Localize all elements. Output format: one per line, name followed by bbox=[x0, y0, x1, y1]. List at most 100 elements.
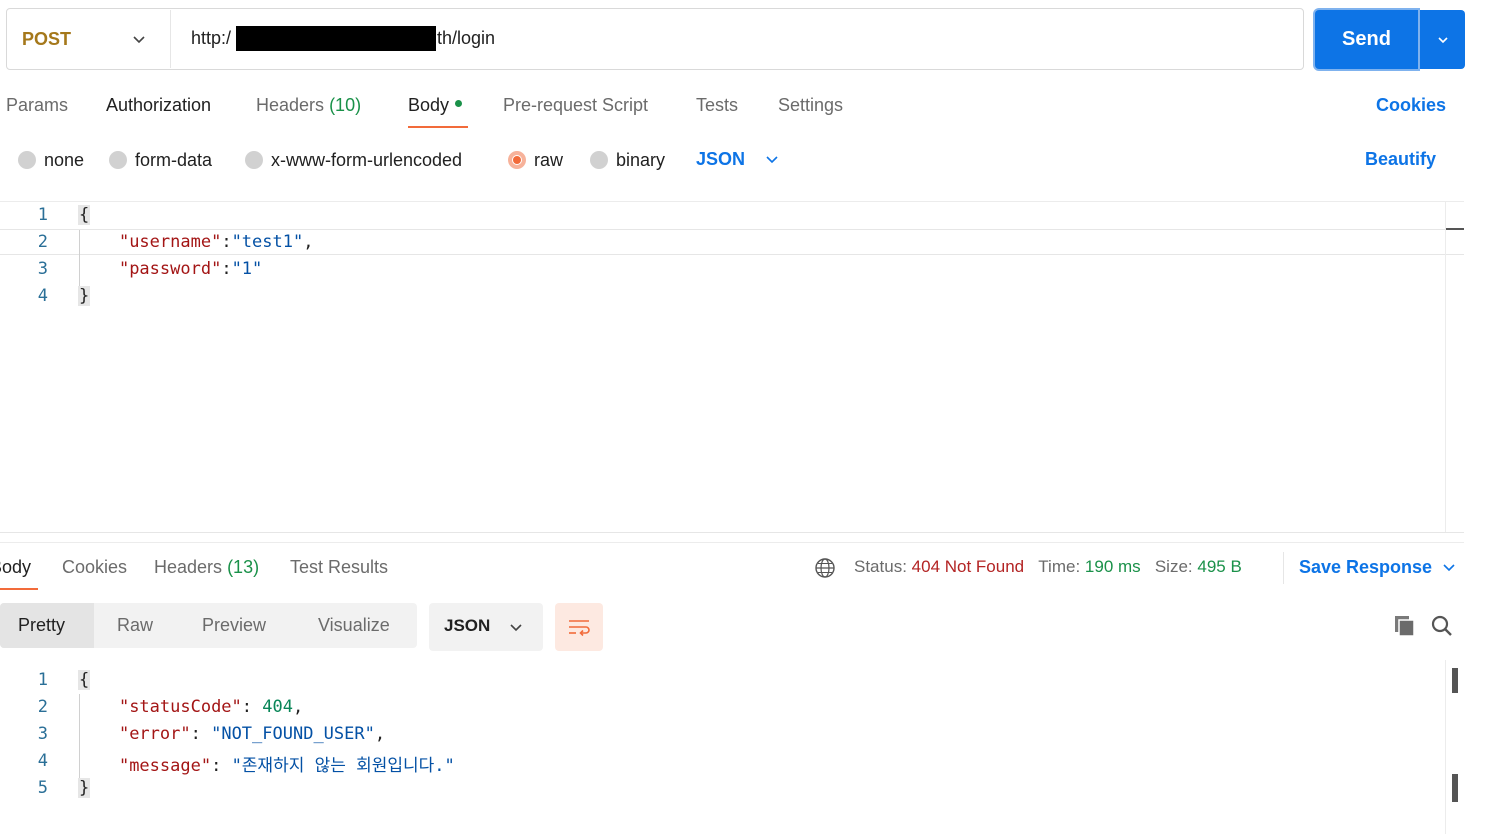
response-code-line[interactable]: "statusCode": 404, bbox=[78, 697, 303, 717]
line-number: 1 bbox=[37, 670, 48, 690]
radio-form-data[interactable]: form-data bbox=[109, 149, 212, 171]
pane-resize-handle[interactable] bbox=[0, 542, 1464, 543]
editor-scrollbar-track[interactable] bbox=[1445, 202, 1446, 532]
time-value[interactable]: 190 ms bbox=[1085, 557, 1141, 576]
body-language-select[interactable]: JSON bbox=[696, 149, 745, 170]
copy-icon[interactable] bbox=[1393, 614, 1417, 638]
radio-indicator bbox=[590, 151, 608, 169]
beautify-link[interactable]: Beautify bbox=[1365, 149, 1436, 170]
url-input-prefix[interactable]: http:/ bbox=[191, 28, 231, 49]
response-code-line[interactable]: "message": "존재하지 않는 회원입니다." bbox=[78, 751, 455, 776]
json-key: "statusCode" bbox=[118, 697, 242, 717]
body-indicator-dot bbox=[455, 99, 463, 107]
resp-active-tab-underline bbox=[0, 588, 38, 590]
tab-headers[interactable]: Headers (10) bbox=[256, 95, 361, 116]
json-value: "1" bbox=[231, 259, 263, 279]
resp-tab-test-results[interactable]: Test Results bbox=[290, 557, 388, 578]
radio-urlencoded[interactable]: x-www-form-urlencoded bbox=[245, 149, 462, 171]
url-redaction bbox=[236, 26, 436, 51]
brace-close: } bbox=[78, 778, 91, 798]
response-scroll-marker bbox=[1452, 774, 1458, 802]
response-scroll-marker bbox=[1452, 668, 1458, 693]
active-tab-underline bbox=[408, 126, 468, 128]
indent-guide bbox=[79, 230, 80, 286]
resp-tab-body[interactable]: Body bbox=[0, 557, 31, 578]
editor-border bbox=[0, 201, 1464, 202]
size-value[interactable]: 495 B bbox=[1197, 557, 1241, 576]
json-key: "password" bbox=[118, 259, 222, 279]
response-meta: Status: 404 Not Found Time: 190 ms Size:… bbox=[854, 557, 1242, 577]
resp-tab-headers-label: Headers bbox=[154, 557, 223, 577]
cookies-link[interactable]: Cookies bbox=[1376, 95, 1446, 116]
resp-tab-headers[interactable]: Headers (13) bbox=[154, 557, 259, 578]
json-value: 404 bbox=[262, 697, 293, 717]
response-code-line[interactable]: "error": "NOT_FOUND_USER", bbox=[78, 724, 385, 744]
chevron-down-icon[interactable] bbox=[1440, 558, 1458, 576]
radio-indicator bbox=[109, 151, 127, 169]
tab-prerequest-script[interactable]: Pre-request Script bbox=[503, 95, 648, 116]
code-line[interactable]: "password":"1" bbox=[78, 259, 262, 279]
json-value: "NOT_FOUND_USER" bbox=[211, 724, 375, 744]
url-divider bbox=[170, 10, 171, 68]
radio-label: none bbox=[44, 149, 85, 170]
tab-body[interactable]: Body bbox=[408, 95, 463, 116]
send-dropdown-button[interactable] bbox=[1420, 10, 1465, 69]
divider bbox=[1283, 552, 1284, 584]
size-label: Size: bbox=[1154, 557, 1193, 576]
tab-headers-count: (10) bbox=[329, 95, 362, 115]
json-value: "test1" bbox=[231, 232, 304, 252]
line-number: 2 bbox=[37, 697, 48, 717]
chevron-down-icon[interactable] bbox=[130, 30, 148, 48]
status-label: Status: bbox=[854, 557, 907, 576]
code-line[interactable]: } bbox=[78, 286, 91, 306]
resp-tab-headers-count: (13) bbox=[227, 557, 260, 577]
globe-icon[interactable] bbox=[814, 557, 836, 579]
code-line[interactable]: "username":"test1", bbox=[78, 232, 314, 252]
response-code-line[interactable]: } bbox=[78, 778, 91, 798]
radio-raw[interactable]: raw bbox=[508, 149, 563, 171]
method-select[interactable]: POST bbox=[22, 29, 71, 50]
radio-indicator-selected bbox=[508, 151, 526, 169]
view-preview[interactable]: Preview bbox=[202, 615, 266, 636]
tab-settings[interactable]: Settings bbox=[778, 95, 843, 116]
view-visualize[interactable]: Visualize bbox=[318, 615, 390, 636]
brace-open: { bbox=[78, 205, 91, 225]
line-number: 5 bbox=[37, 778, 48, 798]
chevron-down-icon bbox=[1437, 36, 1448, 43]
indent-guide bbox=[79, 694, 80, 778]
wrap-lines-button[interactable] bbox=[555, 603, 603, 651]
radio-binary[interactable]: binary bbox=[590, 149, 665, 171]
json-key: "error" bbox=[118, 724, 191, 744]
line-number: 1 bbox=[37, 205, 48, 225]
tab-params[interactable]: Params bbox=[6, 95, 68, 116]
response-format-label: JSON bbox=[444, 616, 491, 635]
view-pretty[interactable]: Pretty bbox=[18, 615, 65, 636]
resp-tab-cookies[interactable]: Cookies bbox=[62, 557, 127, 578]
search-icon[interactable] bbox=[1429, 613, 1455, 639]
tab-body-label: Body bbox=[408, 95, 450, 115]
send-button[interactable]: Send bbox=[1315, 10, 1418, 69]
editor-scroll-marker bbox=[1446, 228, 1464, 230]
tab-tests[interactable]: Tests bbox=[696, 95, 738, 116]
radio-none[interactable]: none bbox=[18, 149, 84, 171]
url-input-suffix[interactable]: th/login bbox=[437, 28, 495, 49]
line-number: 3 bbox=[37, 259, 48, 279]
chevron-down-icon[interactable] bbox=[763, 150, 781, 168]
radio-label: x-www-form-urlencoded bbox=[271, 149, 463, 170]
view-raw[interactable]: Raw bbox=[117, 615, 153, 636]
tab-headers-label: Headers bbox=[256, 95, 325, 115]
wrap-lines-icon bbox=[569, 620, 590, 637]
save-response-button[interactable]: Save Response bbox=[1299, 557, 1432, 578]
line-number: 4 bbox=[37, 751, 48, 771]
time-label: Time: bbox=[1038, 557, 1081, 576]
code-line[interactable]: { bbox=[78, 205, 91, 225]
radio-label: form-data bbox=[135, 149, 213, 170]
radio-indicator bbox=[18, 151, 36, 169]
json-value: "존재하지 않는 회원입니다." bbox=[231, 756, 455, 776]
response-code-line[interactable]: { bbox=[78, 670, 91, 690]
status-value[interactable]: 404 Not Found bbox=[912, 557, 1024, 576]
response-scrollbar-track[interactable] bbox=[1445, 660, 1446, 834]
tab-authorization[interactable]: Authorization bbox=[106, 95, 211, 116]
line-number: 2 bbox=[37, 232, 48, 252]
chevron-down-icon bbox=[510, 624, 522, 632]
